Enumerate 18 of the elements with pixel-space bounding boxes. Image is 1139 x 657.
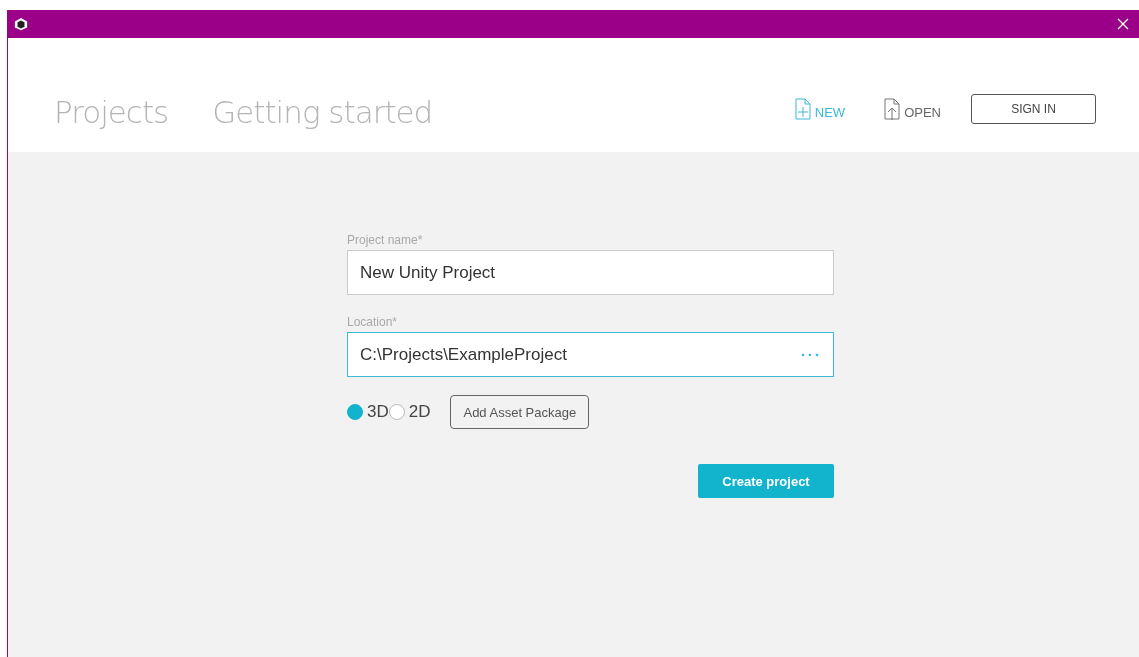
- radio-label: 3D: [367, 402, 389, 422]
- field-label: Location*: [347, 315, 398, 329]
- radio-option[interactable]: 2D: [388, 402, 431, 422]
- file-upload-icon: [884, 98, 901, 120]
- radio-label: 2D: [408, 402, 431, 422]
- sign-in-button[interactable]: SIGN IN: [971, 94, 1096, 124]
- field-label: Project name*: [347, 233, 423, 247]
- radio-dot[interactable]: [347, 404, 363, 420]
- add-asset-package-button[interactable]: Add Asset Package: [450, 395, 590, 429]
- file-plus-icon: [794, 98, 811, 120]
- radio-option[interactable]: 3D: [347, 402, 389, 422]
- open-button[interactable]: OPEN: [884, 98, 941, 120]
- location-field[interactable]: C:\Projects\ExampleProject: [347, 332, 834, 377]
- logo-icon: [14, 17, 28, 31]
- close-icon[interactable]: [1117, 18, 1129, 30]
- project-name-field[interactable]: New Unity Project: [347, 250, 834, 295]
- more-icon[interactable]: [801, 352, 819, 357]
- radio-dot[interactable]: [388, 404, 405, 420]
